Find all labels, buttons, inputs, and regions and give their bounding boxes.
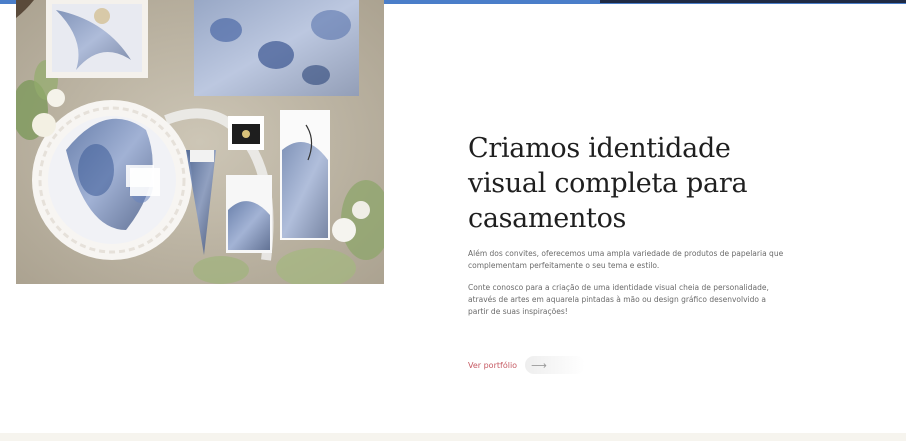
description-paragraph-2: Conte conosco para a criação de uma iden… — [468, 283, 769, 316]
description-paragraph-1: Além dos convites, oferecemos uma ampla … — [468, 249, 784, 270]
identity-section-copy: Criamos identidade visual completa para … — [468, 131, 788, 318]
heading-line-1: Criamos identidade — [468, 133, 731, 164]
arrow-right-icon: ⟶ — [531, 358, 547, 372]
heading-line-3: casamentos — [468, 203, 627, 234]
wedding-stationery-photo — [16, 0, 384, 284]
arrow-pill: ⟶ — [525, 356, 586, 374]
view-portfolio-label: Ver portfólio — [468, 360, 518, 370]
view-portfolio-link[interactable]: Ver portfólio ⟶ — [468, 356, 586, 374]
next-section-band — [0, 433, 906, 441]
heading-line-2: visual completa para — [468, 168, 748, 199]
section-heading: Criamos identidade visual completa para … — [468, 131, 788, 236]
top-dark-strip — [600, 0, 906, 3]
